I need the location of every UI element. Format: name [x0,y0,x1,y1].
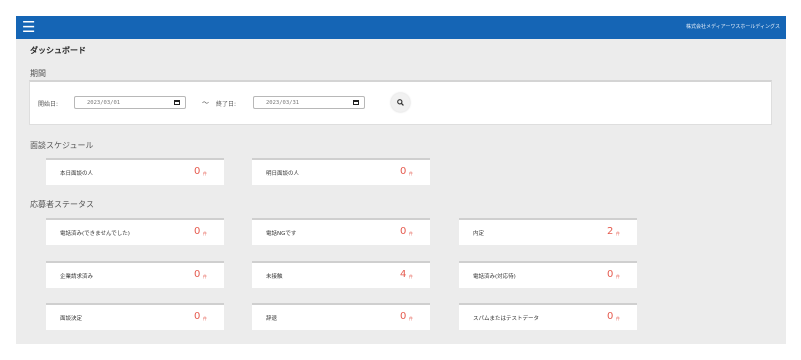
page-title: ダッシュボード [30,46,86,55]
dashboard-content: ダッシュボード 期間 開始日: 2023/03/01 〜 終了日: 2023/0… [16,39,786,344]
card-label: 面談決定 [60,316,83,322]
card-label: 電話済み(対応待) [473,274,516,280]
card-count: 0 [194,311,201,322]
card-unit: 件 [409,231,413,236]
status-card: 未接触 4 件 [252,261,430,288]
period-panel: 開始日: 2023/03/01 〜 終了日: 2023/03/31 [29,80,772,125]
status-card: スパムまたはテストデータ 0 件 [459,303,637,330]
card-count: 0 [607,311,614,322]
card-label: 企業請求済み [60,274,94,280]
card-unit: 件 [409,171,413,176]
calendar-icon[interactable] [174,100,180,105]
date-range-separator: 〜 [202,99,209,107]
status-card: 電話済み(できませんでした) 0 件 [46,218,224,245]
card-label: スパムまたはテストデータ [473,316,540,322]
start-date-value: 2023/03/01 [87,100,121,106]
card-count: 0 [400,166,407,177]
interview-section-title: 面談スケジュール [30,141,94,150]
company-name: 株式会社メディアーワスホールディングス [685,24,780,30]
status-card: 内定 2 件 [459,218,637,245]
card-unit: 件 [409,316,413,321]
card-unit: 件 [616,274,620,279]
card-unit: 件 [203,231,207,236]
status-card: 辞退 0 件 [252,303,430,330]
card-count: 0 [400,226,407,237]
card-unit: 件 [203,274,207,279]
card-label: 未接触 [266,274,283,280]
status-card: 電話済み(対応待) 0 件 [459,261,637,288]
status-card: 面談決定 0 件 [46,303,224,330]
card-unit: 件 [203,171,207,176]
card-unit: 件 [203,316,207,321]
end-date-input[interactable]: 2023/03/31 [253,96,365,109]
search-icon [397,99,404,106]
card-count: 0 [400,311,407,322]
start-date-input[interactable]: 2023/03/01 [74,96,186,109]
app-header: ☰ 株式会社メディアーワスホールディングス [16,16,786,39]
status-card: 電話NGです 0 件 [252,218,430,245]
card-label: 電話NGです [266,231,297,237]
card-label: 本日面談の人 [60,171,94,177]
end-date-label: 終了日: [216,101,237,108]
interview-card-tomorrow: 明日面談の人 0 件 [252,158,430,185]
card-label: 辞退 [266,316,278,322]
card-count: 0 [607,269,614,280]
card-count: 4 [400,269,407,280]
card-unit: 件 [616,316,620,321]
card-label: 電話済み(できませんでした) [60,231,130,237]
search-button[interactable] [391,93,410,112]
end-date-value: 2023/03/31 [266,100,300,106]
card-count: 0 [194,226,201,237]
card-count: 2 [607,226,614,237]
card-label: 明日面談の人 [266,171,300,177]
card-unit: 件 [409,274,413,279]
period-section-title: 期間 [30,69,46,78]
card-count: 0 [194,166,201,177]
card-unit: 件 [616,231,620,236]
start-date-label: 開始日: [38,101,59,108]
card-count: 0 [194,269,201,280]
status-card: 企業請求済み 0 件 [46,261,224,288]
applicant-section-title: 応募者ステータス [30,200,94,209]
calendar-icon[interactable] [353,100,359,105]
card-label: 内定 [473,231,485,237]
hamburger-icon[interactable]: ☰ [22,19,36,35]
interview-card-today: 本日面談の人 0 件 [46,158,224,185]
